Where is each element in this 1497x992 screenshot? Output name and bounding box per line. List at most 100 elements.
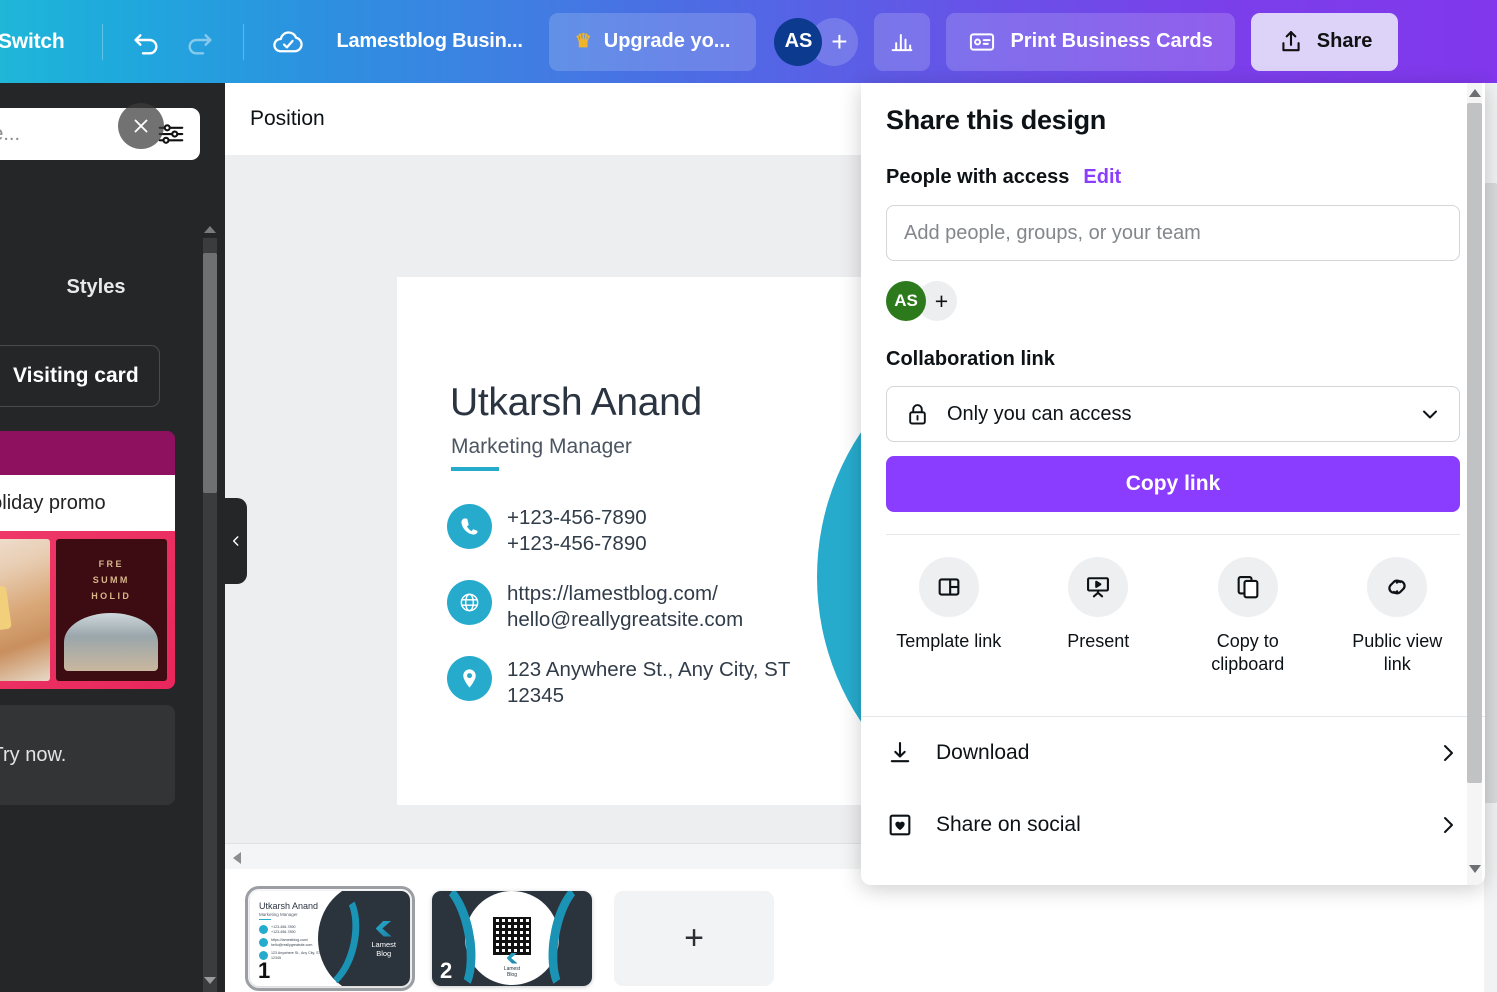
card-web-row[interactable]: https://lamestblog.com/ hello@reallygrea… — [447, 580, 790, 633]
collapse-sidebar-button[interactable] — [225, 498, 247, 584]
present-action[interactable]: Present — [1024, 557, 1174, 676]
sidebar-scroll-up-arrow[interactable] — [204, 226, 216, 233]
share-panel-scroll-up-arrow[interactable] — [1469, 89, 1481, 97]
share-panel-scrollbar-thumb[interactable] — [1467, 103, 1482, 783]
share-button[interactable]: Share — [1250, 12, 1399, 71]
card-email: hello@reallygreatsite.com — [507, 608, 744, 631]
page-thumbnail-1[interactable]: Lamest Blog Utkarsh Anand Marketing Mana… — [245, 885, 415, 991]
share-upload-icon — [1282, 30, 1300, 51]
globe-icon — [447, 580, 492, 625]
top-toolbar: Switch Lamestblog Busin... ♛ Upgrade yo.… — [0, 0, 1497, 83]
thumb1-line-phone: +123-456-7890 +123-456-7890 — [259, 925, 321, 935]
template-link-label: Template link — [896, 631, 1002, 651]
switch-button[interactable]: Switch — [0, 30, 84, 54]
copy-to-clipboard-label: Copy to clipboard — [1211, 631, 1285, 674]
style-chip-visiting-card[interactable]: Visiting card — [0, 345, 160, 407]
card-phone-2: +123-456-7890 — [507, 532, 647, 555]
add-people-input[interactable]: Add people, groups, or your team — [886, 205, 1460, 261]
sidebar-scroll-down-arrow[interactable] — [204, 977, 216, 984]
upgrade-label: Upgrade yo... — [603, 30, 731, 52]
avatar[interactable]: AS — [774, 17, 823, 66]
upgrade-button[interactable]: ♛ Upgrade yo... — [548, 12, 757, 71]
page-thumbnail-2[interactable]: Lamest Blog 2 — [432, 890, 592, 986]
access-level-select[interactable]: Only you can access — [886, 386, 1460, 442]
card-phone-row[interactable]: +123-456-7890 +123-456-7890 — [447, 504, 790, 557]
cloud-check-icon — [273, 30, 304, 52]
card-address-2: 12345 — [507, 684, 565, 707]
card-address-row[interactable]: 123 Anywhere St., Any City, ST 12345 — [447, 656, 790, 709]
brand-mark-icon — [506, 952, 518, 964]
copy-link-button[interactable]: Copy link — [886, 456, 1460, 512]
member-avatar[interactable]: AS — [886, 281, 926, 321]
thumb2-logo: Lamest Blog — [504, 952, 520, 978]
redo-button[interactable] — [173, 16, 225, 68]
download-row[interactable]: Download — [861, 717, 1485, 789]
public-link-icon — [1367, 557, 1428, 617]
canva-editor-window: Switch Lamestblog Busin... ♛ Upgrade yo.… — [0, 0, 1497, 992]
promo-image-left — [0, 539, 50, 681]
copy-icon — [1217, 557, 1278, 617]
saved-status-button[interactable] — [262, 16, 314, 68]
share-panel-scroll-down-arrow[interactable] — [1469, 865, 1481, 873]
share-design-panel: Share this design People with access Edi… — [861, 83, 1485, 885]
add-page-button[interactable]: + — [614, 890, 774, 986]
search-input[interactable]: cribe... — [0, 108, 200, 160]
try-now-banner[interactable]: antly. Try now. — [0, 705, 175, 805]
style-chips: Visiting card — [0, 345, 160, 407]
promo-card[interactable]: mer holiday promo FRE SUMM HOLID — [0, 431, 175, 689]
public-view-link-action[interactable]: Public view link — [1323, 557, 1473, 676]
edit-access-link[interactable]: Edit — [1083, 166, 1121, 189]
thumb1-email: hello@reallygreatsite.com — [271, 942, 313, 947]
card-phone-1: +123-456-7890 — [507, 506, 647, 529]
promo-body: FRE SUMM HOLID — [0, 531, 175, 689]
redo-icon — [188, 33, 213, 55]
card-name[interactable]: Utkarsh Anand — [450, 381, 702, 425]
promo-art-line-3: HOLID — [91, 590, 132, 601]
thumb1-logo-top: Lamest — [371, 939, 396, 949]
card-role[interactable]: Marketing Manager — [451, 435, 632, 459]
styles-heading: Styles — [66, 276, 126, 298]
phone-dot-icon — [259, 925, 268, 934]
window-scrollbar-thumb[interactable] — [1484, 183, 1497, 803]
print-business-cards-button[interactable]: Print Business Cards — [946, 12, 1235, 71]
id-card-icon — [970, 32, 995, 51]
download-label: Download — [936, 741, 1030, 764]
share-panel-content: Share this design People with access Edi… — [861, 83, 1485, 535]
toolbar-divider — [102, 23, 104, 60]
public-view-link-label: Public view link — [1352, 631, 1443, 674]
search-placeholder: cribe... — [0, 122, 21, 145]
promo-title: mer holiday promo — [0, 475, 175, 531]
promo-top-band — [0, 431, 175, 475]
card-address-1: 123 Anywhere St., Any City, ST — [507, 658, 791, 681]
position-button[interactable]: Position — [250, 107, 325, 131]
undo-button[interactable] — [121, 16, 173, 68]
share-on-social-label: Share on social — [936, 813, 1081, 836]
thumb1-rule — [259, 918, 271, 920]
share-label: Share — [1316, 30, 1373, 52]
qr-code-icon — [493, 916, 531, 955]
page-thumbnail-strip: Lamest Blog Utkarsh Anand Marketing Mana… — [225, 873, 1497, 992]
download-icon — [890, 742, 910, 763]
chevron-right-icon — [1444, 817, 1453, 833]
card-contact-rows: +123-456-7890 +123-456-7890 https://lame… — [447, 504, 790, 732]
promo-image-right: FRE SUMM HOLID — [55, 539, 167, 681]
promo-art-line-1: FRE — [98, 559, 124, 569]
close-promo-button[interactable] — [118, 103, 164, 149]
thumb1-logo-bottom: Blog — [376, 948, 392, 958]
sidebar-scrollbar-thumb[interactable] — [203, 253, 217, 493]
template-link-action[interactable]: Template link — [874, 557, 1024, 676]
heart-box-icon — [889, 814, 911, 836]
template-link-icon — [918, 557, 979, 617]
thumb1-phone-1: +123-456-7890 — [271, 924, 296, 929]
people-with-access-label: People with access — [886, 166, 1070, 188]
scroll-left-arrow[interactable] — [233, 852, 241, 864]
print-label: Print Business Cards — [1010, 30, 1213, 52]
share-on-social-row[interactable]: Share on social — [861, 789, 1485, 861]
copy-to-clipboard-action[interactable]: Copy to clipboard — [1173, 557, 1323, 676]
analytics-button[interactable] — [874, 12, 931, 71]
window-scrollbar-track[interactable] — [1484, 83, 1497, 992]
design-title[interactable]: Lamestblog Busin... — [336, 30, 522, 53]
thumb1-line-web: https://lamestblog.com/ hello@reallygrea… — [259, 938, 321, 948]
share-quick-actions: Template link Present Copy to clipboard … — [861, 535, 1485, 694]
close-icon — [134, 119, 148, 133]
